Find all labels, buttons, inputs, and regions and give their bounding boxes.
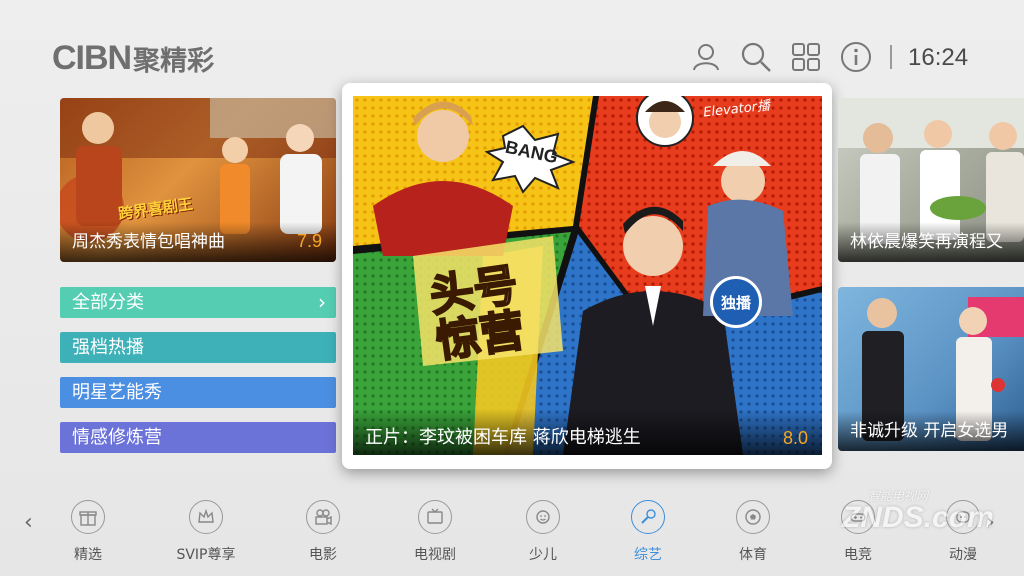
app-logo: CIBN 聚精彩: [52, 38, 214, 78]
exclusive-badge-text: 独播: [720, 293, 751, 312]
tv-icon: [418, 500, 452, 534]
nav-item-kids[interactable]: 少儿: [493, 500, 593, 564]
logo-latin: CIBN: [52, 38, 132, 77]
featured-thumbnail: [353, 96, 822, 455]
tile-caption: 非诚升级 开启女选男: [838, 411, 1024, 451]
tile-caption: 正片：李玟被困车库 蒋欣电梯逃生 8.0: [353, 409, 822, 455]
show-logo: 头号惊营: [426, 259, 529, 369]
video-tile-right-top[interactable]: 林依晨爆笑再演程又: [838, 98, 1024, 262]
video-tile-right-bottom[interactable]: 非诚升级 开启女选男: [838, 287, 1024, 451]
chevron-right-icon: ›: [318, 290, 326, 314]
tile-score: 7.9: [296, 231, 322, 251]
category-hot[interactable]: 强档热播: [60, 332, 336, 363]
nav-item-svip[interactable]: SVIP尊享: [156, 500, 256, 564]
video-tile-left-top[interactable]: 跨界喜剧王 周杰秀表情包唱神曲 7.9: [60, 98, 336, 262]
nav-label: 动漫: [949, 547, 977, 563]
featured-video-tile[interactable]: BANG Elevator播 头号惊营 独播 正片：李玟被困车库 蒋欣电梯逃生 …: [353, 96, 822, 455]
tile-score: 8.0: [782, 428, 808, 448]
grid-icon[interactable]: [789, 40, 823, 74]
movie-camera-icon: [306, 500, 340, 534]
logo-cn: 聚精彩: [133, 45, 215, 77]
category-all[interactable]: 全部分类 ›: [60, 287, 336, 318]
tile-caption: 林依晨爆笑再演程又: [838, 222, 1024, 262]
nav-label: 综艺: [634, 547, 662, 563]
nav-label: SVIP尊享: [176, 547, 236, 563]
header-divider: [890, 45, 892, 69]
tile-title: 林依晨爆笑再演程又: [850, 232, 1003, 252]
category-label: 全部分类: [72, 292, 144, 313]
header: CIBN 聚精彩 16:24: [0, 0, 1024, 90]
user-icon[interactable]: [689, 40, 723, 74]
clock: 16:24: [908, 44, 969, 71]
category-label: 情感修炼营: [72, 427, 162, 448]
search-icon[interactable]: [739, 40, 773, 74]
category-label: 明星艺能秀: [72, 382, 162, 403]
info-icon[interactable]: [839, 40, 873, 74]
microphone-icon: [631, 500, 665, 534]
tile-title: 周杰秀表情包唱神曲: [72, 232, 225, 252]
nav-item-featured[interactable]: 精选: [38, 500, 138, 564]
nav-item-sports[interactable]: 体育: [703, 500, 803, 564]
category-emotion[interactable]: 情感修炼营: [60, 422, 336, 453]
nav-label: 电影: [309, 547, 337, 563]
football-icon: [736, 500, 770, 534]
child-icon: [526, 500, 560, 534]
nav-item-variety[interactable]: 综艺: [598, 500, 698, 564]
nav-label: 电竞: [844, 547, 872, 563]
nav-item-tv-series[interactable]: 电视剧: [385, 500, 485, 564]
nav-label: 电视剧: [414, 547, 456, 563]
gift-icon: [71, 500, 105, 534]
category-star-show[interactable]: 明星艺能秀: [60, 377, 336, 408]
tile-title: 正片：李玟被困车库 蒋欣电梯逃生: [365, 427, 641, 448]
nav-label: 少儿: [529, 547, 557, 563]
tile-title: 非诚升级 开启女选男: [850, 421, 1009, 441]
exclusive-badge: 独播: [710, 276, 762, 328]
watermark-main: ZNDS.com: [842, 501, 994, 534]
crown-icon: [189, 500, 223, 534]
nav-label: 体育: [739, 547, 767, 563]
category-label: 强档热播: [72, 337, 144, 358]
watermark: 智能电视网 ZNDS.com: [838, 487, 994, 547]
nav-item-movie[interactable]: 电影: [273, 500, 373, 564]
nav-label: 精选: [74, 547, 102, 563]
tile-caption: 周杰秀表情包唱神曲 7.9: [60, 222, 336, 262]
